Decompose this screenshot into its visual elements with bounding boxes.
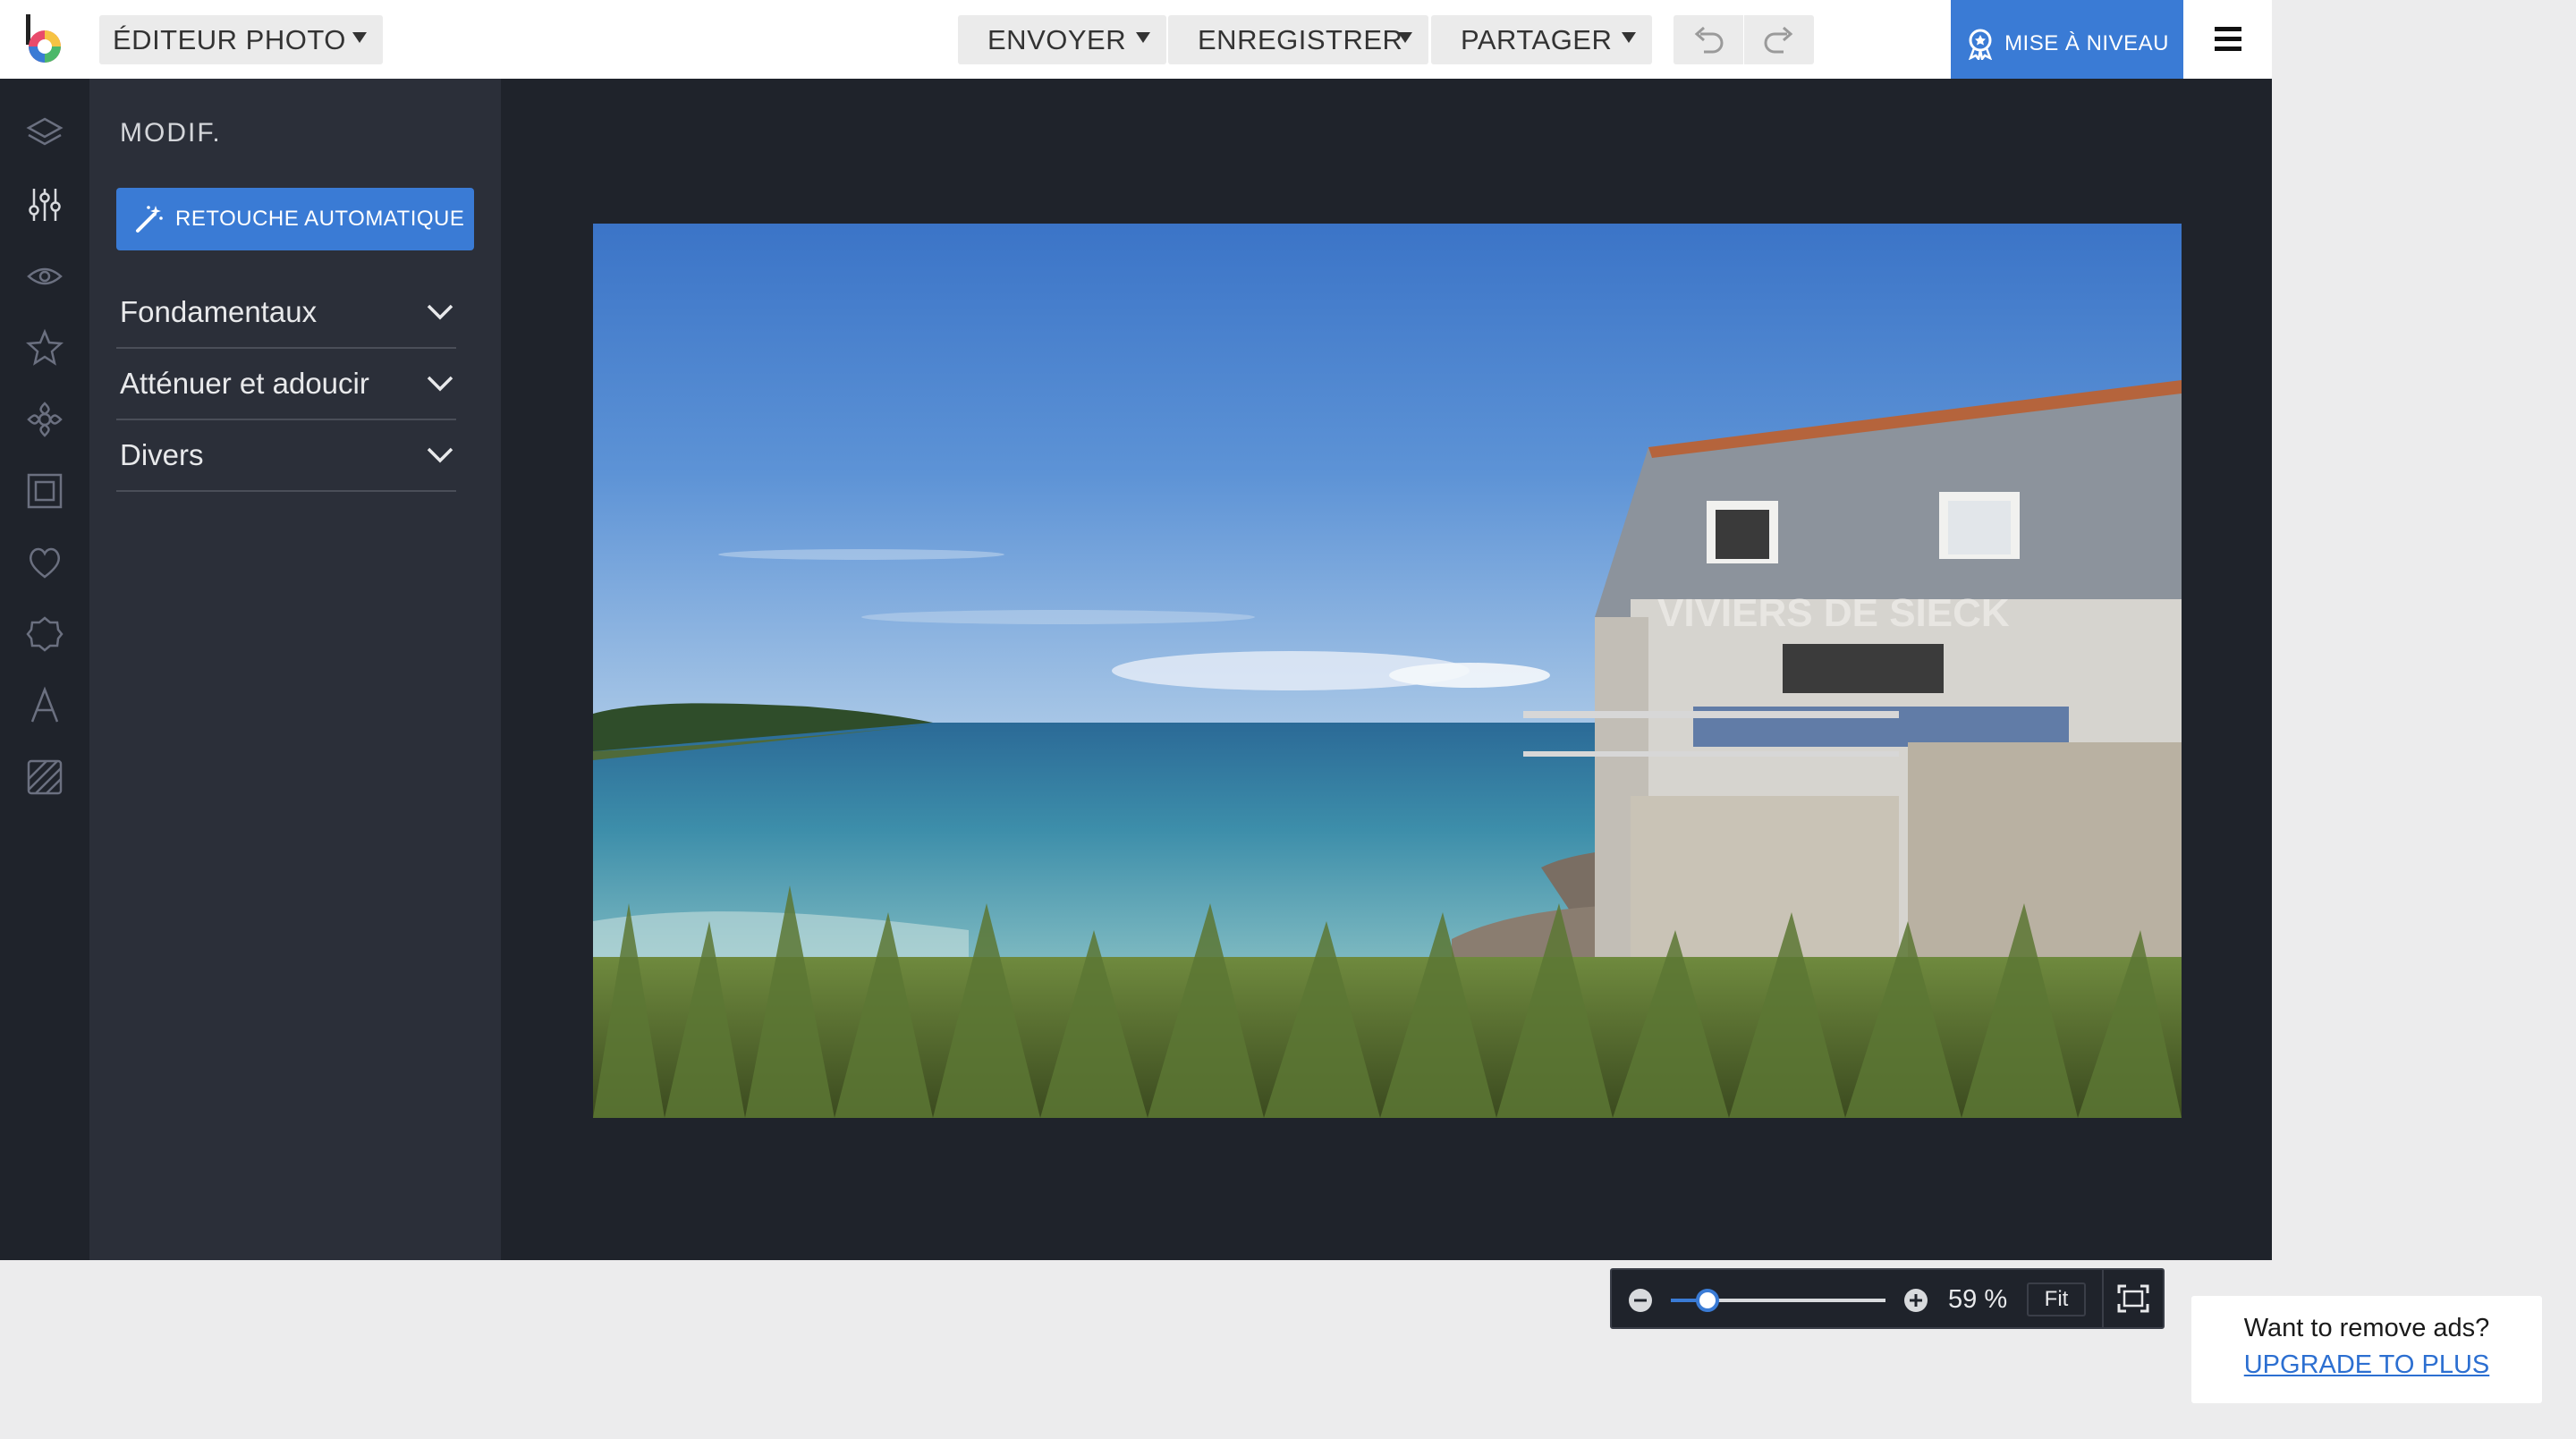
- star-icon[interactable]: [22, 326, 67, 370]
- ad-panel: Want to remove ads? UPGRADE TO PLUS: [2191, 1296, 2542, 1403]
- hamburger-menu-icon[interactable]: [2207, 23, 2249, 55]
- undo-icon: [1694, 26, 1724, 53]
- zoom-controls: 59 % Fit: [1610, 1268, 2165, 1329]
- chevron-down-icon: [427, 304, 453, 320]
- save-dropdown[interactable]: ENREGISTRER: [1168, 15, 1428, 64]
- panel-title: MODIF.: [120, 118, 222, 148]
- redo-button[interactable]: [1744, 15, 1814, 64]
- upgrade-button[interactable]: MISE À NIVEAU: [1951, 0, 2183, 88]
- section-label: Fondamentaux: [120, 295, 318, 328]
- section-blur-smooth[interactable]: Atténuer et adoucir: [116, 349, 456, 420]
- caret-down-icon: [1622, 32, 1636, 43]
- section-basics[interactable]: Fondamentaux: [116, 277, 456, 349]
- edit-panel: MODIF. RETOUCHE AUTOMATIQUE Fondamentaux…: [89, 79, 501, 1260]
- eye-icon[interactable]: [22, 254, 67, 299]
- coastal-photo[interactable]: VIVIERS DE SIECK: [593, 224, 2182, 1118]
- open-dropdown[interactable]: ENVOYER: [958, 15, 1166, 64]
- chevron-down-icon: [427, 447, 453, 463]
- zoom-slider[interactable]: [1671, 1289, 1885, 1312]
- section-misc[interactable]: Divers: [116, 420, 456, 492]
- flower-icon[interactable]: [22, 397, 67, 442]
- auto-enhance-label: RETOUCHE AUTOMATIQUE: [175, 207, 465, 231]
- section-label: Divers: [120, 438, 204, 471]
- photo-canvas[interactable]: VIVIERS DE SIECK 59 % Fit: [501, 79, 2272, 1329]
- share-label: PARTAGER: [1461, 23, 1613, 55]
- fullscreen-icon: [2117, 1284, 2149, 1313]
- save-label: ENREGISTRER: [1198, 23, 1403, 55]
- layers-icon[interactable]: [22, 111, 67, 156]
- caret-down-icon: [1398, 32, 1412, 43]
- zoom-slider-handle[interactable]: [1695, 1289, 1719, 1312]
- section-label: Atténuer et adoucir: [120, 367, 369, 400]
- zoom-in-icon[interactable]: [1903, 1288, 1928, 1313]
- magic-wand-icon: [136, 206, 163, 233]
- ad-text: Want to remove ads?: [2243, 1314, 2490, 1342]
- top-toolbar: ÉDITEUR PHOTO ENVOYER ENREGISTRER PARTAG…: [0, 0, 2272, 88]
- tool-rail: [0, 79, 89, 1260]
- befunky-logo-icon[interactable]: [23, 14, 68, 66]
- fullscreen-button[interactable]: [2102, 1270, 2163, 1327]
- caret-down-icon: [352, 32, 367, 43]
- zoom-value: 59 %: [1948, 1285, 2008, 1314]
- heart-icon[interactable]: [22, 540, 67, 585]
- building-sign: VIVIERS DE SIECK: [1657, 591, 2010, 635]
- texture-icon[interactable]: [22, 755, 67, 800]
- auto-enhance-button[interactable]: RETOUCHE AUTOMATIQUE: [116, 188, 474, 250]
- badge-icon[interactable]: [22, 612, 67, 656]
- editor-mode-dropdown[interactable]: ÉDITEUR PHOTO: [99, 15, 383, 64]
- zoom-out-icon[interactable]: [1628, 1288, 1653, 1313]
- editor-mode-label: ÉDITEUR PHOTO: [113, 23, 346, 55]
- upgrade-label: MISE À NIVEAU: [2004, 31, 2169, 55]
- share-dropdown[interactable]: PARTAGER: [1431, 15, 1652, 64]
- award-icon: [1969, 29, 1993, 60]
- frame-icon[interactable]: [22, 469, 67, 513]
- upgrade-to-plus-link[interactable]: UPGRADE TO PLUS: [2191, 1350, 2542, 1380]
- fit-button[interactable]: Fit: [2027, 1282, 2086, 1316]
- chevron-down-icon: [427, 376, 453, 392]
- open-label: ENVOYER: [987, 23, 1127, 55]
- photo-editor-app: ÉDITEUR PHOTO ENVOYER ENREGISTRER PARTAG…: [0, 0, 2272, 1329]
- undo-button[interactable]: [1674, 15, 1743, 64]
- redo-icon: [1764, 26, 1793, 53]
- sliders-icon[interactable]: [22, 182, 67, 227]
- caret-down-icon: [1136, 32, 1150, 43]
- text-icon[interactable]: [22, 683, 67, 728]
